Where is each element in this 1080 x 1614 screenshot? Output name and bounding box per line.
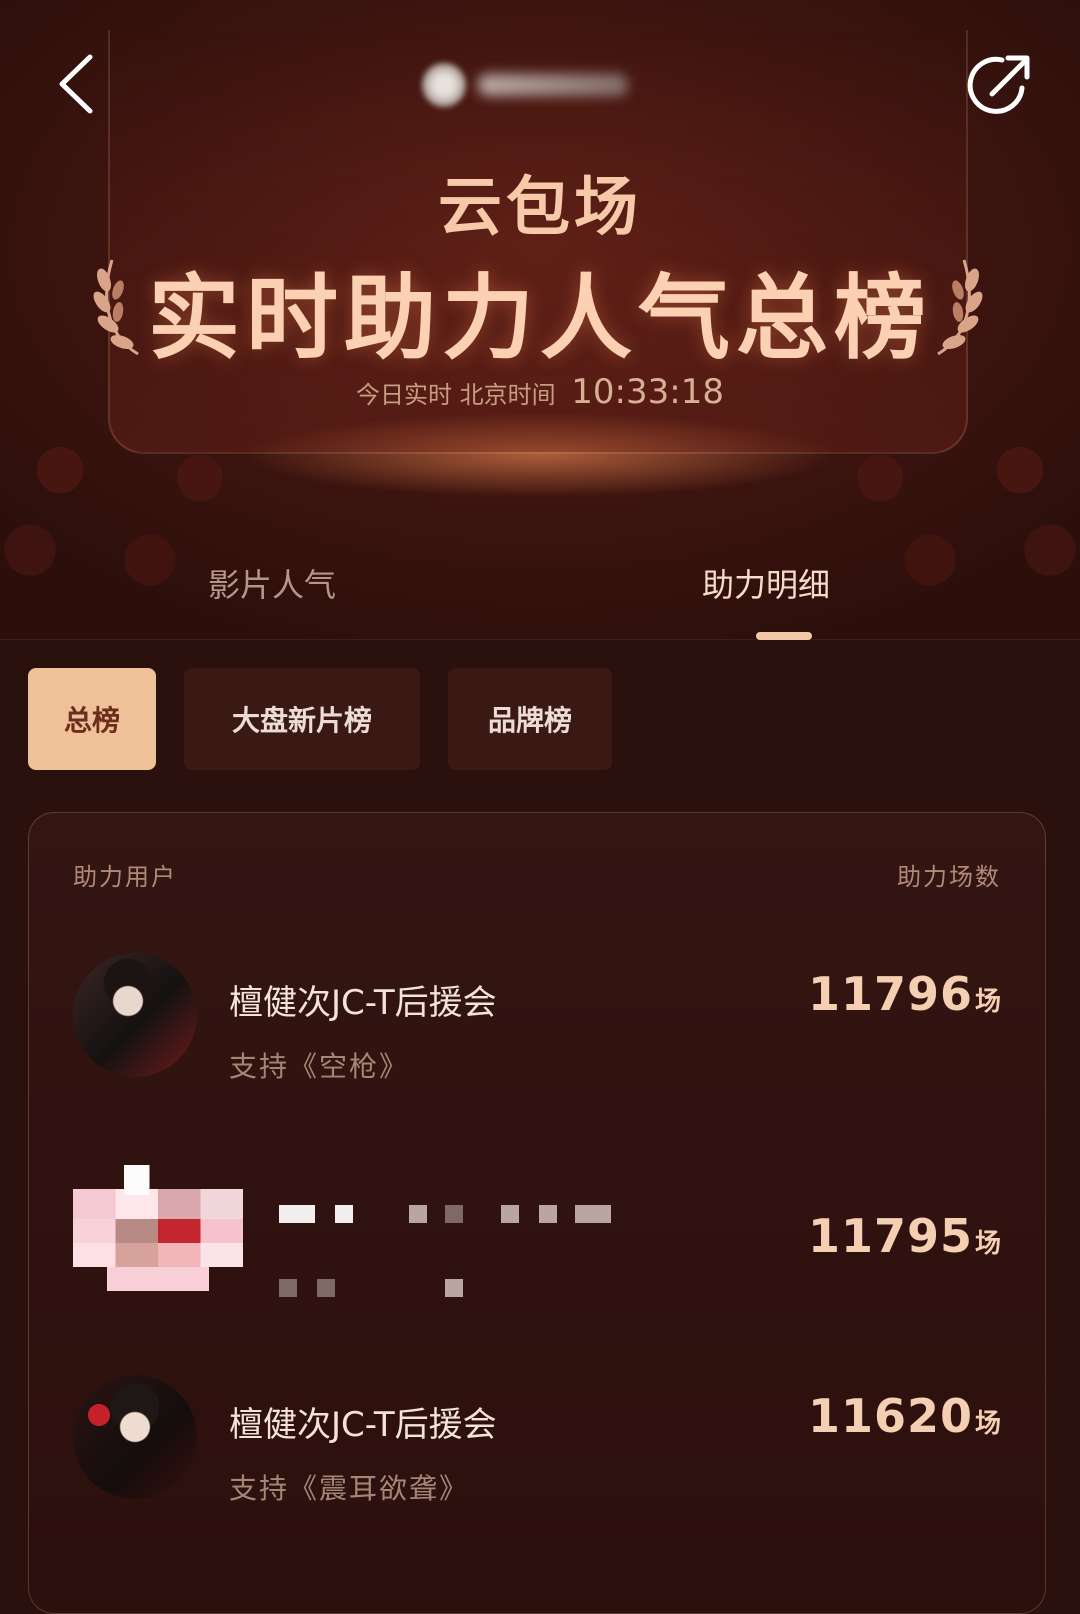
support-film: 支持《空枪》 — [229, 1050, 410, 1083]
time-label: 今日实时 北京时间 — [356, 381, 556, 409]
column-header-count: 助力场数 — [897, 863, 1001, 891]
support-count: 11795场 — [808, 1209, 1001, 1263]
column-header-user: 助力用户 — [73, 863, 177, 891]
share-button[interactable] — [964, 50, 1036, 122]
count-unit: 场 — [974, 987, 1001, 1017]
brand-name-blurred — [478, 74, 628, 96]
tab-bar: 影片人气 助力明细 — [0, 540, 1080, 640]
share-icon — [967, 55, 1030, 114]
support-film: 支持《震耳欲聋》 — [229, 1472, 470, 1505]
count-value: 11796 — [807, 967, 973, 1021]
avatar-pixelated — [73, 1165, 243, 1315]
count-value: 11620 — [807, 1389, 973, 1443]
filter-chips: 总榜 大盘新片榜 品牌榜 — [0, 668, 1080, 770]
avatar — [73, 953, 197, 1077]
back-button[interactable] — [46, 52, 106, 116]
avatar — [73, 1375, 197, 1499]
ranking-row[interactable]: 11795场 — [29, 1165, 1045, 1355]
filter-new-release[interactable]: 大盘新片榜 — [184, 668, 420, 770]
chevron-left-icon — [59, 54, 93, 114]
brand-logo-blurred — [422, 58, 658, 112]
user-name: 檀健次JC-T后援会 — [229, 1405, 497, 1445]
tab-film-popularity[interactable]: 影片人气 — [208, 560, 336, 606]
ranking-row[interactable]: 檀健次JC-T后援会 支持《震耳欲聋》 11620场 — [29, 1375, 1045, 1535]
support-count: 11620场 — [808, 1389, 1001, 1443]
filter-total[interactable]: 总榜 — [28, 668, 156, 770]
user-name: 檀健次JC-T后援会 — [229, 983, 497, 1023]
filter-brand[interactable]: 品牌榜 — [448, 668, 612, 770]
tab-support-details[interactable]: 助力明细 — [702, 560, 830, 606]
laurel-right-icon — [937, 259, 983, 356]
tabs-divider — [0, 639, 1080, 640]
support-count: 11796场 — [808, 967, 1001, 1021]
sub-title: 云包场 — [438, 171, 642, 245]
brand-icon — [422, 63, 466, 107]
count-value: 11795 — [807, 1209, 973, 1263]
main-title: 实时助力人气总榜 — [147, 265, 932, 372]
count-unit: 场 — [974, 1409, 1001, 1439]
count-unit: 场 — [974, 1229, 1001, 1259]
time-value: 10:33:18 — [571, 372, 724, 412]
ranking-row[interactable]: 檀健次JC-T后援会 支持《空枪》 11796场 — [29, 953, 1045, 1113]
ranking-card: 助力用户 助力场数 檀健次JC-T后援会 支持《空枪》 11796场 11795… — [28, 812, 1046, 1614]
realtime-clock: 今日实时 北京时间 10:33:18 — [0, 372, 1080, 412]
